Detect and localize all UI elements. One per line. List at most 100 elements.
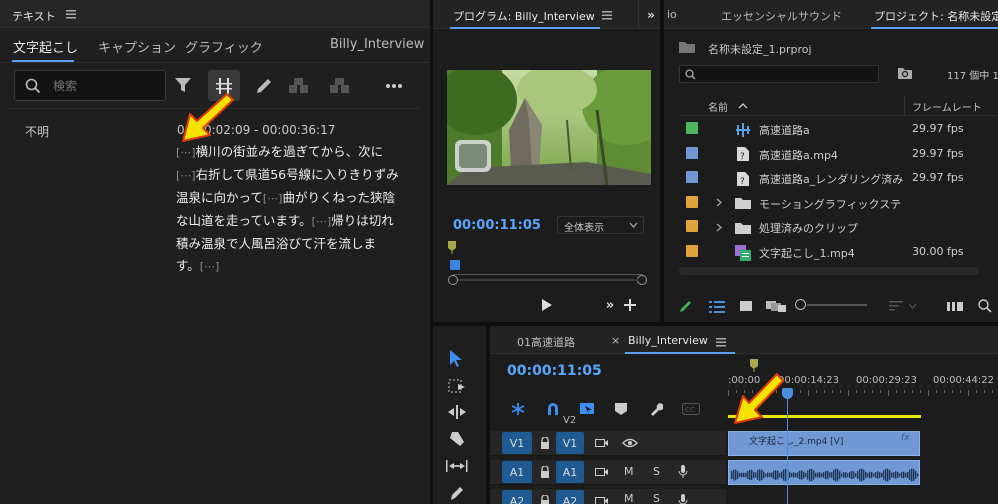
lock-icon[interactable] <box>539 465 551 479</box>
project-scrollbar[interactable] <box>679 267 979 275</box>
sync-lock-icon[interactable] <box>594 495 608 504</box>
search-box[interactable] <box>14 70 166 101</box>
tab-sequence-billy[interactable]: Billy_Interview <box>628 334 708 347</box>
transcript-line[interactable]: す。[⋯] <box>176 255 416 278</box>
project-item-row[interactable]: 文字起こし_1.mp4 30.00 fps <box>679 240 998 264</box>
list-view-icon[interactable] <box>708 298 726 314</box>
label-color-swatch[interactable] <box>686 122 698 134</box>
ripple-edit-tool-icon[interactable] <box>447 403 467 421</box>
speaker-label[interactable]: 不明 <box>25 123 49 140</box>
new-bin-search-icon[interactable] <box>897 66 913 80</box>
search-input[interactable] <box>53 76 153 96</box>
tab-transcript[interactable]: 文字起こし <box>13 37 78 56</box>
play-icon[interactable] <box>539 297 555 313</box>
project-item-row[interactable]: 高速道路a 29.97 fps <box>679 117 998 141</box>
nest-sequence-icon[interactable] <box>508 401 528 417</box>
sort-ascending-icon[interactable] <box>737 101 749 111</box>
text-panel-title[interactable]: テキスト <box>12 8 56 24</box>
track-label[interactable]: V2 <box>563 415 576 426</box>
project-search-box[interactable] <box>679 65 879 83</box>
automate-to-sequence-icon[interactable] <box>946 298 964 314</box>
item-name[interactable]: 処理済みのクリップ <box>759 220 858 236</box>
freeform-view-icon[interactable] <box>765 298 787 314</box>
transcript-words[interactable]: 積み温泉で人風呂浴びて汗を流しま <box>176 236 376 251</box>
program-timecode[interactable]: 00:00:11:05 <box>453 218 541 233</box>
pause-marker[interactable]: [⋯] <box>200 260 220 273</box>
item-name[interactable]: モーショングラフィックステ <box>759 196 901 212</box>
chevron-right-icon[interactable] <box>715 197 723 209</box>
sort-icons-icon[interactable] <box>888 298 904 314</box>
zoom-bar[interactable] <box>458 279 638 281</box>
pause-marker[interactable]: [⋯] <box>176 146 196 159</box>
merge-segments-icon[interactable] <box>288 76 310 96</box>
transcript-words[interactable]: 曲がりくねった狭陰 <box>282 190 395 205</box>
playhead-line[interactable] <box>787 396 788 504</box>
item-name[interactable]: 文字起こし_1.mp4 <box>759 245 855 261</box>
add-button-icon[interactable] <box>622 297 638 313</box>
tab-graphics[interactable]: グラフィック <box>185 37 263 56</box>
in-point-marker-icon[interactable] <box>447 240 457 254</box>
item-name[interactable]: 高速道路a_レンダリング済み <box>759 171 903 187</box>
label-color-swatch[interactable] <box>686 146 698 159</box>
transcript-words[interactable]: 横川の街並みを過ぎてから、次に <box>196 144 384 159</box>
transcript-text[interactable]: [⋯]横川の街並みを過ぎてから、次に [⋯]右折して県道56号線に入りきりずみ 温泉… <box>176 141 416 278</box>
solo-button[interactable]: S <box>653 465 660 478</box>
transcript-words[interactable]: 温泉に向かって <box>176 190 263 205</box>
add-marker-icon[interactable] <box>613 401 629 417</box>
transcript-line[interactable]: [⋯]右折して県道56号線に入りきりずみ <box>176 164 416 187</box>
transcript-line[interactable]: な山道を走っています。[⋯]帰りは切れ <box>176 210 416 233</box>
transcript-words[interactable]: な山道を走っています。 <box>176 213 312 228</box>
split-segments-icon[interactable] <box>329 76 351 96</box>
clip-video[interactable]: 文字起こし_2.mp4 [V] fx <box>728 431 920 456</box>
tab-io[interactable]: io <box>667 8 677 21</box>
label-color-swatch[interactable] <box>686 171 698 184</box>
project-item-row[interactable]: ? 高速道路a.mp4 29.97 fps <box>679 142 998 166</box>
label-color-swatch[interactable] <box>686 195 698 208</box>
zoom-slider-track[interactable] <box>807 304 867 306</box>
captions-icon[interactable]: CC <box>681 401 701 417</box>
project-item-row[interactable]: 処理済みのクリップ <box>679 215 998 239</box>
linked-selection-icon[interactable] <box>577 401 597 417</box>
mute-button[interactable]: M <box>624 492 634 504</box>
lock-icon[interactable] <box>539 494 551 504</box>
project-item-row[interactable]: ? 高速道路a_レンダリング済み 29.97 fps <box>679 166 998 190</box>
tab-project[interactable]: プロジェクト: 名称未設定 <box>874 8 998 24</box>
zoom-handle-right[interactable] <box>637 275 647 285</box>
scrub-track[interactable] <box>453 274 643 275</box>
pause-marker[interactable]: [⋯] <box>176 169 196 182</box>
pencil-icon[interactable] <box>254 76 274 96</box>
microphone-icon[interactable] <box>677 464 689 480</box>
tab-essential-sound[interactable]: エッセンシャルサウンド <box>721 8 842 24</box>
pen-tool-icon[interactable] <box>447 484 467 502</box>
more-options-icon[interactable] <box>384 78 404 94</box>
eye-icon[interactable] <box>622 437 638 449</box>
pause-marker[interactable]: [⋯] <box>312 215 332 228</box>
sync-lock-icon[interactable] <box>594 437 608 449</box>
chevron-right-icon[interactable] <box>715 221 723 233</box>
zoom-slider-handle[interactable] <box>795 299 806 310</box>
chevron-down-icon[interactable] <box>907 301 917 311</box>
project-item-row[interactable]: モーショングラフィックステ <box>679 191 998 215</box>
transcript-words[interactable]: す。 <box>176 258 200 273</box>
track-target-toggle[interactable]: V1 <box>556 432 584 454</box>
solo-button[interactable]: S <box>653 492 660 504</box>
expand-panels-icon[interactable]: » <box>644 8 658 22</box>
source-patch-toggle[interactable]: V1 <box>502 432 532 454</box>
track-target-toggle[interactable]: A1 <box>556 461 584 483</box>
label-color-swatch[interactable] <box>686 220 698 233</box>
track-target-toggle[interactable]: A2 <box>556 490 584 504</box>
col-name-header[interactable]: 名前 <box>708 99 728 114</box>
playhead-bar[interactable] <box>450 260 460 270</box>
label-color-swatch[interactable] <box>686 245 698 257</box>
lock-icon[interactable] <box>539 436 551 450</box>
in-point-marker-icon[interactable] <box>749 358 759 372</box>
selection-tool-icon[interactable] <box>447 348 465 368</box>
col-divider[interactable] <box>904 96 905 116</box>
icon-view-icon[interactable] <box>738 298 754 314</box>
item-name[interactable]: 高速道路a <box>759 122 810 138</box>
tab-captions[interactable]: キャプション <box>98 37 176 56</box>
find-icon[interactable] <box>977 298 993 314</box>
microphone-icon[interactable] <box>677 493 689 504</box>
mute-button[interactable]: M <box>624 465 634 478</box>
slip-tool-icon[interactable] <box>445 457 469 475</box>
